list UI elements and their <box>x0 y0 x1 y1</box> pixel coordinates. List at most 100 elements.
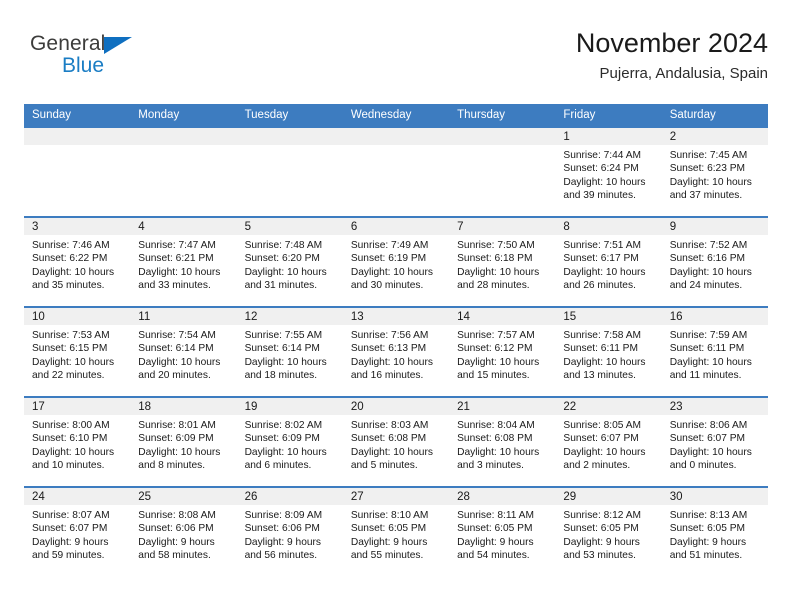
weekday-header-saturday: Saturday <box>669 109 716 121</box>
weekday-header-row: Sunday Monday Tuesday Wednesday Thursday… <box>24 104 768 128</box>
calendar-day-cell[interactable]: 19 Sunrise: 8:02 AM Sunset: 6:09 PM Dayligh… <box>236 398 343 486</box>
calendar-day-cell[interactable]: 25 Sunrise: 8:08 AM Sunset: 6:06 PM Dayligh… <box>130 488 237 576</box>
calendar-day-cell[interactable]: 15 Sunrise: 7:58 AM Sunset: 6:11 PM Dayligh… <box>555 308 662 396</box>
sunset-text: Sunset: 6:15 PM <box>32 343 108 355</box>
sunset-text: Sunset: 6:05 PM <box>669 523 746 535</box>
calendar-day-cell[interactable]: 9 Sunrise: 7:52 AM Sunset: 6:16 PM Daylight… <box>661 218 768 306</box>
sunset-text: Sunset: 6:16 PM <box>669 253 746 265</box>
sunset-text: Sunset: 6:14 PM <box>138 343 214 355</box>
day-info: Sunrise: 7:51 AM Sunset: 6:17 PM Daylight:… <box>555 235 661 293</box>
sunset-text: Sunset: 6:20 PM <box>244 253 320 265</box>
sunset-text: Sunset: 6:08 PM <box>457 433 533 445</box>
day-info: Sunrise: 7:48 AM Sunset: 6:20 PM Daylight:… <box>237 235 343 293</box>
daylight-text-line1: Daylight: 10 hours <box>350 266 433 278</box>
sunrise-text: Sunrise: 7:50 AM <box>457 240 535 251</box>
daylight-text-line1: Daylight: 10 hours <box>563 176 646 188</box>
calendar-day-cell[interactable]: 18 Sunrise: 8:01 AM Sunset: 6:09 PM Dayligh… <box>130 398 237 486</box>
day-info: Sunrise: 7:53 AM Sunset: 6:15 PM Daylight:… <box>24 325 130 383</box>
calendar-day-cell[interactable]: 2 Sunrise: 7:45 AM Sunset: 6:23 PM Daylight… <box>661 128 768 216</box>
daylight-text-line1: Daylight: 10 hours <box>457 356 540 368</box>
daylight-text-line2: and 33 minutes. <box>138 280 211 292</box>
calendar-day-cell[interactable]: 22 Sunrise: 8:05 AM Sunset: 6:07 PM Dayligh… <box>555 398 662 486</box>
day-number <box>449 128 556 145</box>
calendar-day-cell[interactable]: 12 Sunrise: 7:55 AM Sunset: 6:14 PM Dayligh… <box>236 308 343 396</box>
sunrise-text: Sunrise: 8:11 AM <box>457 510 534 521</box>
daylight-text-line2: and 39 minutes. <box>563 190 636 202</box>
daylight-text-line1: Daylight: 9 hours <box>138 536 215 548</box>
weekday-header-thursday: Thursday <box>457 109 506 121</box>
daylight-text-line1: Daylight: 10 hours <box>457 266 540 278</box>
sunrise-text: Sunrise: 8:07 AM <box>32 510 110 521</box>
sunset-text: Sunset: 6:08 PM <box>350 433 427 445</box>
calendar-day-cell[interactable]: 28 Sunrise: 8:11 AM Sunset: 6:05 PM Dayligh… <box>449 488 556 576</box>
daylight-text-line2: and 15 minutes. <box>457 370 530 382</box>
calendar-day-cell[interactable]: 27 Sunrise: 8:10 AM Sunset: 6:05 PM Dayligh… <box>342 488 450 576</box>
day-info: Sunrise: 7:57 AM Sunset: 6:12 PM Daylight:… <box>449 325 555 383</box>
day-info: Sunrise: 7:59 AM Sunset: 6:11 PM Daylight:… <box>662 325 768 383</box>
calendar-day-cell[interactable]: 14 Sunrise: 7:57 AM Sunset: 6:12 PM Dayligh… <box>449 308 556 396</box>
day-info <box>237 145 343 149</box>
day-info <box>449 145 555 149</box>
day-number: 7 <box>449 218 556 235</box>
day-info: Sunrise: 8:00 AM Sunset: 6:10 PM Daylight:… <box>24 415 130 473</box>
day-number <box>342 128 450 145</box>
sunset-text: Sunset: 6:11 PM <box>669 343 745 355</box>
calendar-day-cell[interactable]: 11 Sunrise: 7:54 AM Sunset: 6:14 PM Dayligh… <box>130 308 237 396</box>
calendar-day-cell[interactable]: 10 Sunrise: 7:53 AM Sunset: 6:15 PM Dayligh… <box>24 308 131 396</box>
calendar-cell-empty <box>236 128 343 216</box>
daylight-text-line2: and 16 minutes. <box>350 370 424 382</box>
sunset-text: Sunset: 6:12 PM <box>457 343 533 355</box>
day-info <box>130 145 236 149</box>
calendar-day-cell[interactable]: 13 Sunrise: 7:56 AM Sunset: 6:13 PM Dayligh… <box>342 308 450 396</box>
calendar-day-cell[interactable]: 3 Sunrise: 7:46 AM Sunset: 6:22 PM Daylight… <box>24 218 131 306</box>
daylight-text-line2: and 6 minutes. <box>244 460 312 472</box>
day-info: Sunrise: 7:56 AM Sunset: 6:13 PM Daylight:… <box>343 325 449 383</box>
sunrise-text: Sunrise: 8:10 AM <box>350 510 429 521</box>
calendar-day-cell[interactable]: 21 Sunrise: 8:04 AM Sunset: 6:08 PM Dayligh… <box>449 398 556 486</box>
day-info <box>24 145 130 149</box>
day-number: 2 <box>661 128 768 145</box>
calendar-day-cell[interactable]: 16 Sunrise: 7:59 AM Sunset: 6:11 PM Dayligh… <box>661 308 768 396</box>
day-number: 26 <box>236 488 343 505</box>
daylight-text-line2: and 51 minutes. <box>669 550 743 562</box>
day-info: Sunrise: 7:45 AM Sunset: 6:23 PM Daylight:… <box>662 145 768 203</box>
calendar-day-cell[interactable]: 7 Sunrise: 7:50 AM Sunset: 6:18 PM Daylight… <box>449 218 556 306</box>
sunrise-text: Sunrise: 7:52 AM <box>669 240 748 251</box>
calendar-day-cell[interactable]: 24 Sunrise: 8:07 AM Sunset: 6:07 PM Dayligh… <box>24 488 131 576</box>
daylight-text-line1: Daylight: 9 hours <box>457 536 534 548</box>
day-number: 5 <box>236 218 343 235</box>
sunset-text: Sunset: 6:06 PM <box>138 523 214 535</box>
daylight-text-line2: and 53 minutes. <box>563 550 636 562</box>
day-info: Sunrise: 7:44 AM Sunset: 6:24 PM Daylight:… <box>555 145 661 203</box>
daylight-text-line1: Daylight: 10 hours <box>138 266 221 278</box>
calendar-day-cell[interactable]: 1 Sunrise: 7:44 AM Sunset: 6:24 PM Daylight… <box>555 128 662 216</box>
sunrise-text: Sunrise: 8:03 AM <box>350 420 429 431</box>
daylight-text-line2: and 13 minutes. <box>563 370 636 382</box>
calendar-day-cell[interactable]: 23 Sunrise: 8:06 AM Sunset: 6:07 PM Dayligh… <box>661 398 768 486</box>
daylight-text-line1: Daylight: 10 hours <box>138 446 221 458</box>
daylight-text-line1: Daylight: 10 hours <box>669 176 752 188</box>
calendar-day-cell[interactable]: 26 Sunrise: 8:09 AM Sunset: 6:06 PM Dayligh… <box>236 488 343 576</box>
general-blue-logo[interactable]: General Blue <box>30 32 210 84</box>
day-number <box>24 128 131 145</box>
day-number: 16 <box>661 308 768 325</box>
calendar-day-cell[interactable]: 30 Sunrise: 8:13 AM Sunset: 6:05 PM Dayligh… <box>661 488 768 576</box>
daylight-text-line2: and 11 minutes. <box>669 370 742 382</box>
day-info: Sunrise: 7:47 AM Sunset: 6:21 PM Daylight:… <box>130 235 236 293</box>
day-info: Sunrise: 7:46 AM Sunset: 6:22 PM Daylight:… <box>24 235 130 293</box>
day-info <box>343 145 449 149</box>
calendar-day-cell[interactable]: 20 Sunrise: 8:03 AM Sunset: 6:08 PM Dayligh… <box>342 398 450 486</box>
calendar-day-cell[interactable]: 8 Sunrise: 7:51 AM Sunset: 6:17 PM Daylight… <box>555 218 662 306</box>
day-info: Sunrise: 8:04 AM Sunset: 6:08 PM Daylight:… <box>449 415 555 473</box>
sunset-text: Sunset: 6:05 PM <box>350 523 427 535</box>
calendar-day-cell[interactable]: 4 Sunrise: 7:47 AM Sunset: 6:21 PM Daylight… <box>130 218 237 306</box>
calendar-cell-empty <box>24 128 131 216</box>
sunset-text: Sunset: 6:21 PM <box>138 253 214 265</box>
calendar-day-cell[interactable]: 5 Sunrise: 7:48 AM Sunset: 6:20 PM Daylight… <box>236 218 343 306</box>
logo-word-general: General <box>30 32 106 55</box>
calendar-day-cell[interactable]: 29 Sunrise: 8:12 AM Sunset: 6:05 PM Dayligh… <box>555 488 662 576</box>
day-number: 6 <box>342 218 450 235</box>
daylight-text-line1: Daylight: 10 hours <box>32 266 115 278</box>
calendar-day-cell[interactable]: 6 Sunrise: 7:49 AM Sunset: 6:19 PM Daylight… <box>342 218 450 306</box>
calendar-day-cell[interactable]: 17 Sunrise: 8:00 AM Sunset: 6:10 PM Dayligh… <box>24 398 131 486</box>
